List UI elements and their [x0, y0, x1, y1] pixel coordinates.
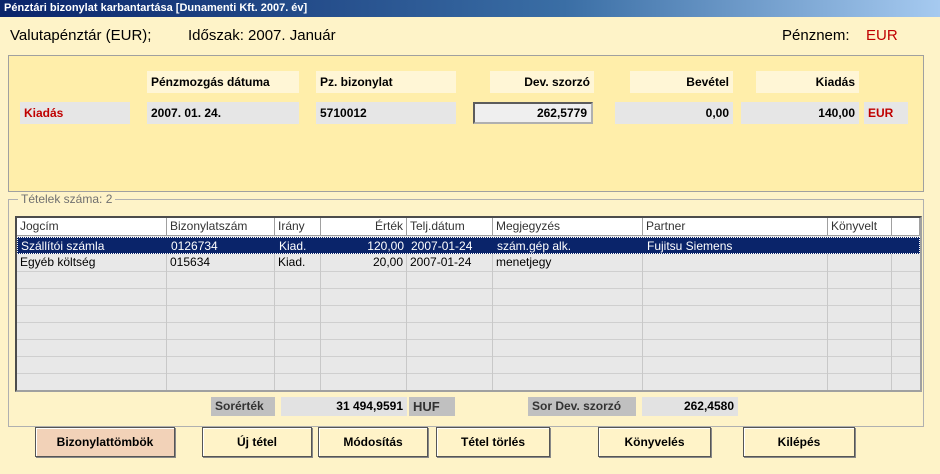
cell-partner: Fujitsu Siemens	[647, 239, 733, 253]
grid-line	[642, 271, 643, 390]
row-rate: 262,4580	[642, 397, 738, 416]
grid-line	[406, 271, 407, 390]
col-header-partner[interactable]: Partner	[643, 218, 828, 236]
row-rate-label: Sor Dev. szorzó	[528, 397, 636, 416]
cell-irany: Kiad.	[275, 254, 321, 271]
grid-line	[891, 271, 892, 390]
col-header-ertek[interactable]: Érték	[321, 218, 407, 236]
items-count: Tételek száma: 2	[18, 192, 116, 206]
expense-label: Kiadás	[756, 71, 859, 93]
grid-line	[827, 271, 828, 390]
grid-line	[17, 305, 920, 306]
post-button[interactable]: Könyvelés	[598, 427, 711, 457]
voucher-panel: Pénzmozgás dátuma Pz. bizonylat Dev. szo…	[8, 55, 924, 192]
cell-bizonylatszam: 0126734	[171, 239, 218, 253]
grid-line	[17, 356, 920, 357]
number-field[interactable]: 5710012	[316, 102, 456, 124]
col-header-teljdatum[interactable]: Telj.dátum	[407, 218, 493, 236]
cell-megjegyzes: szám.gép alk.	[497, 239, 572, 253]
col-header-jogcim[interactable]: Jogcím	[17, 218, 167, 236]
cell-teljdatum: 2007-01-24	[411, 239, 473, 253]
rate-label: Dev. szorzó	[490, 71, 594, 93]
cell-megjegyzes: menetjegy	[493, 254, 643, 271]
items-grid[interactable]: Jogcím Bizonylatszám Irány Érték Telj.dá…	[15, 216, 922, 392]
period-label: Időszak: 2007. Január	[188, 27, 336, 44]
rate-field[interactable]: 262,5779	[473, 102, 593, 124]
table-row[interactable]: Szállítói számla 0126734 Kiad. 120,00 20…	[17, 237, 920, 254]
delete-item-button[interactable]: Tétel törlés	[436, 427, 550, 457]
grid-line	[17, 288, 920, 289]
col-header-bizonylatszam[interactable]: Bizonylatszám	[167, 218, 275, 236]
account-label: Valutapénztár (EUR);	[10, 27, 152, 44]
cell-ertek: 120,00	[367, 239, 404, 253]
cell-ertek: 20,00	[321, 254, 407, 271]
currency-value: EUR	[866, 27, 898, 44]
cell-bizonylatszam: 015634	[167, 254, 275, 271]
grid-line	[492, 271, 493, 390]
cell-jogcim: Szállítói számla	[21, 239, 105, 253]
cell-teljdatum: 2007-01-24	[407, 254, 493, 271]
window-title: Pénztári bizonylat karbantartása [Duname…	[0, 0, 940, 17]
voucher-currency: EUR	[864, 102, 908, 124]
cell-jogcim: Egyéb költség	[17, 254, 167, 271]
col-header-megjegyzes[interactable]: Megjegyzés	[493, 218, 643, 236]
voucher-type: Kiadás	[20, 102, 130, 124]
income-field[interactable]: 0,00	[615, 102, 733, 124]
col-header-konyvelt[interactable]: Könyvelt	[828, 218, 892, 236]
date-label: Pénzmozgás dátuma	[147, 71, 299, 93]
col-header-filler	[892, 218, 920, 236]
grid-line	[17, 322, 920, 323]
col-header-irany[interactable]: Irány	[275, 218, 321, 236]
grid-line	[320, 271, 321, 390]
cell-konyvelt	[829, 238, 893, 255]
new-item-button[interactable]: Új tétel	[202, 427, 312, 457]
grid-line	[17, 373, 920, 374]
grid-line	[17, 271, 920, 272]
grid-line	[17, 339, 920, 340]
cell-partner	[643, 254, 828, 271]
currency-label: Pénznem:	[782, 27, 850, 44]
income-label: Bevétel	[630, 71, 733, 93]
number-label: Pz. bizonylat	[316, 71, 456, 93]
cell-konyvelt	[828, 254, 892, 271]
vouchers-button[interactable]: Bizonylattömbök	[35, 427, 175, 457]
exit-button[interactable]: Kilépés	[743, 427, 855, 457]
row-value-currency: HUF	[409, 397, 455, 416]
grid-line	[166, 271, 167, 390]
modify-button[interactable]: Módosítás	[318, 427, 428, 457]
grid-line	[274, 271, 275, 390]
table-row[interactable]: Egyéb költség 015634 Kiad. 20,00 2007-01…	[17, 254, 920, 271]
expense-field[interactable]: 140,00	[741, 102, 859, 124]
main-panel: Valutapénztár (EUR); Időszak: 2007. Janu…	[0, 17, 940, 474]
row-value: 31 494,9591	[281, 397, 407, 416]
cell-irany: Kiad.	[279, 239, 307, 253]
row-value-label: Sorérték	[211, 397, 275, 416]
date-field[interactable]: 2007. 01. 24.	[147, 102, 299, 124]
